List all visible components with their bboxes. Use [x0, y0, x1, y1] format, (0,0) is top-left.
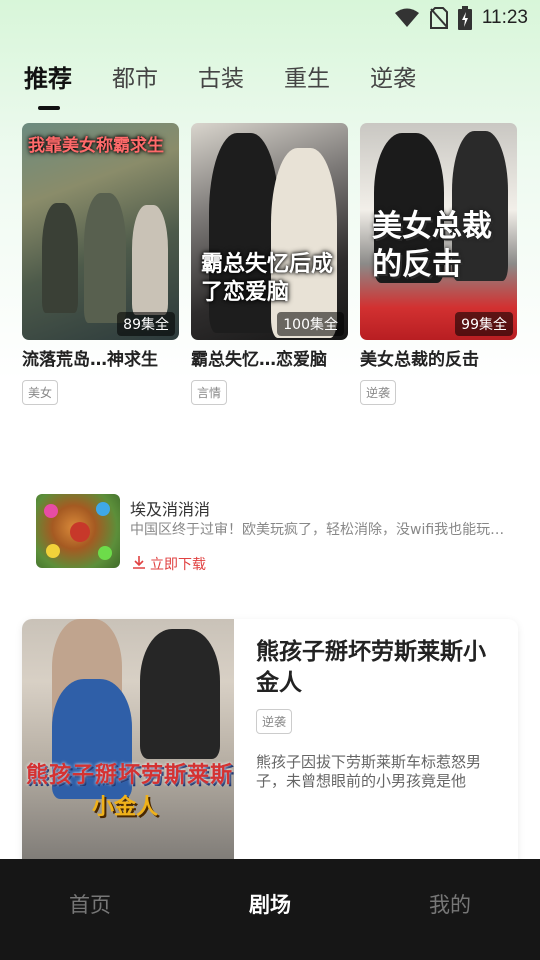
- drama-title: 霸总失忆…恋爱脑: [191, 350, 327, 370]
- featured-drama-card[interactable]: 熊孩子掰坏劳斯莱斯 小金人 熊孩子掰坏劳斯莱斯小金人 逆袭 熊孩子因拔下劳斯莱斯…: [22, 619, 518, 869]
- tab-urban[interactable]: 都市: [112, 60, 158, 110]
- featured-poster[interactable]: 熊孩子掰坏劳斯莱斯 小金人: [22, 619, 234, 869]
- status-bar: 11:23: [0, 0, 540, 36]
- episode-count-badge: 89集全: [117, 312, 175, 336]
- poster-title-text: 霸总失忆后成了恋爱脑: [201, 252, 334, 305]
- wifi-icon: [394, 8, 420, 28]
- nav-me[interactable]: 我的: [360, 859, 540, 960]
- poster-figure: [271, 148, 337, 338]
- featured-poster-title-text: 熊孩子掰坏劳斯莱斯: [26, 763, 234, 788]
- ad-game-image[interactable]: [36, 494, 120, 568]
- drama-title: 流落荒岛…神求生: [22, 350, 158, 370]
- gem-shape: [70, 522, 90, 542]
- genre-tag: 逆袭: [360, 380, 397, 405]
- status-icons: 11:23: [394, 6, 528, 30]
- status-time: 11:23: [481, 7, 528, 28]
- drama-card[interactable]: 我靠美女称霸求生 89集全 流落荒岛…神求生 美女: [22, 123, 179, 405]
- tab-rebirth[interactable]: 重生: [284, 60, 330, 110]
- nav-home[interactable]: 首页: [0, 859, 180, 960]
- no-sim-icon: [429, 7, 448, 29]
- drama-card-row: 我靠美女称霸求生 89集全 流落荒岛…神求生 美女 霸总失忆后成了恋爱脑 100…: [22, 123, 517, 405]
- bottom-nav: 首页 剧场 我的: [0, 859, 540, 960]
- poster-figure: [84, 193, 126, 323]
- gem-shape: [98, 546, 112, 560]
- poster-figure: [42, 203, 78, 313]
- poster-title-text: 我靠美女称霸求生: [28, 136, 164, 156]
- nav-theater[interactable]: 剧场: [180, 859, 360, 960]
- poster-figure: [132, 205, 168, 315]
- gem-shape: [44, 504, 58, 518]
- category-tabs: 推荐 都市 古装 重生 逆袭: [24, 60, 456, 110]
- drama-poster[interactable]: 美女总裁的反击 99集全: [360, 123, 517, 340]
- tab-comeback[interactable]: 逆袭: [370, 60, 416, 110]
- ad-banner[interactable]: 埃及消消消 中国区终于过审！欧美玩疯了，轻松消除，没wifi我也能玩… 立即下载: [36, 494, 526, 573]
- ad-download-button[interactable]: 立即下载: [132, 554, 206, 574]
- genre-tag: 言情: [191, 380, 228, 405]
- genre-tag: 逆袭: [256, 709, 293, 734]
- episode-count-badge: 99集全: [455, 312, 513, 336]
- poster-figure: [140, 629, 220, 759]
- ad-title: 埃及消消消: [130, 500, 211, 519]
- battery-charging-icon: [457, 6, 472, 30]
- drama-poster[interactable]: 霸总失忆后成了恋爱脑 100集全: [191, 123, 348, 340]
- drama-card[interactable]: 霸总失忆后成了恋爱脑 100集全 霸总失忆…恋爱脑 言情: [191, 123, 348, 405]
- featured-poster-subtitle-text: 小金人: [92, 795, 159, 820]
- ad-download-label: 立即下载: [150, 557, 206, 573]
- genre-tag: 美女: [22, 380, 59, 405]
- drama-poster[interactable]: 我靠美女称霸求生 89集全: [22, 123, 179, 340]
- gem-shape: [96, 502, 110, 516]
- drama-card[interactable]: 美女总裁的反击 99集全 美女总裁的反击 逆袭: [360, 123, 517, 405]
- poster-title-text: 美女总裁的反击: [372, 209, 492, 282]
- featured-description: 熊孩子因拔下劳斯莱斯车标惹怒男子，未曾想眼前的小男孩竟是他: [256, 753, 482, 790]
- featured-title: 熊孩子掰坏劳斯莱斯小金人: [256, 639, 486, 696]
- tab-recommended[interactable]: 推荐: [24, 60, 72, 110]
- drama-title: 美女总裁的反击: [360, 350, 479, 370]
- download-icon: [132, 555, 146, 573]
- episode-count-badge: 100集全: [277, 312, 344, 336]
- gem-shape: [46, 544, 60, 558]
- ad-description: 中国区终于过审！欧美玩疯了，轻松消除，没wifi我也能玩…: [130, 522, 505, 538]
- tab-costume[interactable]: 古装: [198, 60, 244, 110]
